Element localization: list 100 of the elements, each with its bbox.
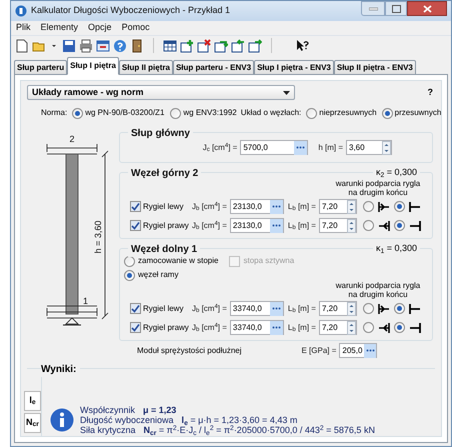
field-label: J$_{b}$ [cm$^{4}$] = [192,200,227,212]
checkbox[interactable] [130,322,141,333]
checkbox[interactable] [130,201,141,212]
checkbox[interactable] [130,303,141,314]
radio-button[interactable] [362,322,374,333]
system-dropdown[interactable]: Układy ramowe - wg norm [27,85,295,100]
maximize-button[interactable] [385,1,407,16]
window-icon[interactable] [96,38,110,52]
input-field[interactable]: 7,20 [318,218,357,233]
input-field[interactable]: 3,60 [346,140,392,155]
input-field[interactable]: 33740,0 [230,320,284,335]
input-field[interactable]: 7,20 [318,199,357,214]
checkbox-label: Rygiel lewy [143,302,184,314]
input-field[interactable]: 7,20 [318,320,357,335]
ellipsis-icon [272,205,281,208]
tab[interactable]: Słup II piętra - ENV3 [334,60,416,75]
fixed-support-icon [408,218,422,232]
radio-label: przesuwnych [394,107,442,119]
group-title: Wyniki: [41,362,80,377]
field-label: h [m] = [318,142,343,154]
menu-item[interactable]: Elementy [40,21,78,35]
menu-item[interactable]: Plik [16,21,31,35]
radio-button[interactable] [362,220,374,231]
ellipsis-button[interactable] [270,218,283,232]
checkbox-label: Rygiel lewy [143,200,184,212]
side-tab[interactable]: l$_{e}$ [24,391,41,411]
document-icon[interactable] [15,38,29,52]
ellipsis-button[interactable] [270,302,283,316]
menu-item[interactable]: Opcje [88,21,112,35]
pointer-help-icon[interactable] [295,38,309,52]
help-mark[interactable]: ? [428,86,433,100]
radio-button[interactable] [306,108,318,118]
caption: warunki podparcia rygla na drugim końcu [334,179,422,197]
tab[interactable]: Słup parteru - ENV3 [172,60,254,75]
radio-button[interactable] [394,322,405,333]
spin-buttons-icon [346,302,356,316]
table-plus-icon[interactable] [180,38,194,52]
ellipsis-icon [366,349,375,352]
table-arrow-icon[interactable] [231,38,245,52]
radio-label: węzeł ramy [138,269,178,281]
maximize-icon [392,4,400,12]
window-title: Kalkulator Długości Wyboczeniowych - Przykład 1 [31,4,231,18]
side-tab[interactable]: N$_{cr}$ [24,413,41,433]
kappa-value: κ$_{1}$ = 0,300 [372,242,420,256]
field-label: L$_{b}$ [m] = [288,322,316,334]
input-field[interactable]: 5700,0 [240,140,308,155]
close-button[interactable] [407,1,447,16]
radio-label: nieprzesuwnych [319,107,377,119]
radio-button[interactable] [124,270,135,280]
spin-buttons-icon [346,320,356,334]
spin-buttons-icon [346,200,356,214]
node-label: 2 [70,134,74,144]
result-formula: μ = 1,23 [143,405,176,415]
radio-label: wg ENV3:1992 [183,107,237,119]
kappa-value: κ$_{2}$ = 0,300 [372,166,420,180]
table-cross-icon[interactable] [197,38,211,52]
result-name: Siła krytyczna [80,425,136,435]
radio-button[interactable] [394,201,405,212]
field-label: E [GPa] = [302,344,336,356]
result-formula: l$_{e}$ = μ·h = 1,23·3,60 = 4,43 m [182,415,298,425]
input-field[interactable]: 23130,0 [230,218,284,233]
input-field[interactable]: 23130,0 [230,199,284,214]
radio-button[interactable] [394,303,405,314]
printer-icon[interactable] [79,38,93,52]
table-arrow-icon[interactable] [214,38,228,52]
tab[interactable]: Słup I piętra - ENV3 [254,60,334,75]
spin-buttons-icon [382,140,391,154]
checkbox[interactable] [130,220,141,231]
menu-item[interactable]: Pomoc [122,21,150,35]
table-arrow-icon[interactable] [248,38,262,52]
result-formula: N$_{cr}$ = π$^{2}$·E·J$_{c}$ / l$_{e}$$^{2}$ = π$^{2}$·205000·5700,0 / 443$^{2}$ = 5876,5 kN [144,425,375,435]
ellipsis-button[interactable] [270,320,283,334]
minimize-icon [368,6,378,10]
input-field[interactable]: 205,0 [339,343,378,358]
radio-button[interactable] [362,201,374,212]
ellipsis-button[interactable] [364,344,376,358]
input-field[interactable]: 33740,0 [230,301,284,316]
result-name: Współczynnik [80,405,136,415]
radio-button[interactable] [362,303,374,314]
tab[interactable]: Słup parteru [14,60,68,75]
minimize-button[interactable] [361,1,385,16]
radio-button[interactable] [382,108,393,118]
ellipsis-icon [296,146,306,149]
caret-icon [283,90,290,94]
table-icon[interactable] [163,38,177,52]
ellipsis-button[interactable] [294,140,308,154]
radio-button[interactable] [170,108,182,118]
tab[interactable]: Słup II piętra [118,60,173,75]
field-label: L$_{b}$ [m] = [288,302,316,314]
help-icon[interactable] [113,38,127,52]
ellipsis-icon [272,224,281,227]
nodes-label: Układ o węzłach: [240,107,302,119]
radio-label: zamocowanie w stopie [138,255,218,267]
radio-button[interactable] [72,108,84,118]
ellipsis-button[interactable] [270,200,283,214]
input-field[interactable]: 7,20 [318,301,357,316]
door-icon[interactable] [130,38,144,52]
tab[interactable]: Słup I piętra [67,57,119,75]
fixed-support-icon [408,320,422,334]
radio-button[interactable] [394,220,405,231]
